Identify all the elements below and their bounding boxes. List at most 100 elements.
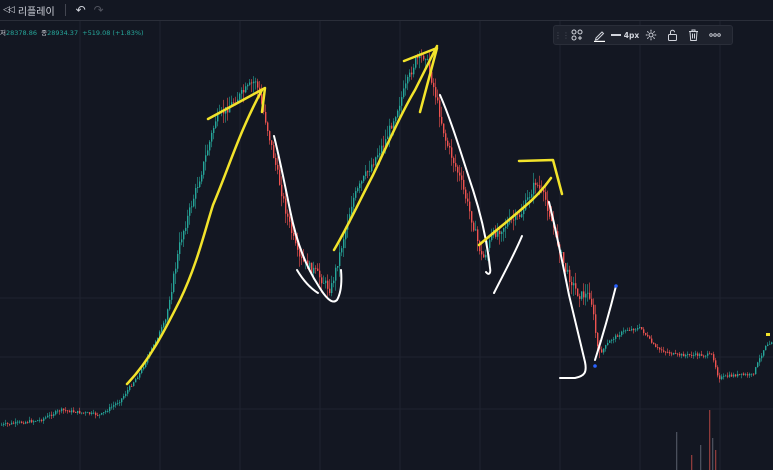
candle-body — [621, 331, 623, 336]
candle-body — [195, 188, 197, 199]
candle-body — [589, 292, 591, 299]
drawing-toolbar: ⋮⋮ 4px — [553, 25, 733, 45]
candle-body — [445, 133, 447, 141]
candle-body — [563, 252, 565, 263]
volume-bar — [700, 445, 702, 470]
candlesticks — [1, 49, 773, 427]
candle-body — [619, 335, 621, 337]
candle-body — [129, 386, 131, 391]
delete-button[interactable] — [682, 26, 704, 44]
candle-body — [243, 90, 245, 93]
candle-body — [353, 197, 355, 207]
candle-body — [707, 353, 709, 356]
candle-body — [521, 214, 523, 218]
more-button[interactable] — [704, 26, 726, 44]
candle-body — [545, 192, 547, 200]
candle-body — [761, 355, 763, 359]
redo-button[interactable]: ↷ — [90, 0, 108, 20]
candle-body — [5, 423, 7, 424]
anchor-point-top — [614, 284, 618, 288]
drawings[interactable] — [125, 44, 618, 386]
candle-body — [623, 330, 625, 332]
replay-button[interactable]: ◁◁ 리플레이 — [0, 0, 59, 20]
candle-body — [61, 408, 63, 412]
candle-body — [273, 145, 275, 159]
candle-body — [453, 157, 455, 164]
candle-body — [315, 267, 317, 269]
candle-body — [519, 214, 521, 217]
candle-body — [169, 299, 171, 310]
candle-body — [649, 336, 651, 339]
pen-color-button[interactable] — [588, 26, 610, 44]
candle-body — [575, 283, 577, 289]
line-width-label: 4px — [623, 30, 640, 40]
candle-body — [393, 121, 395, 129]
candle-body — [389, 125, 391, 137]
candle-body — [473, 222, 475, 231]
candle-body — [539, 185, 541, 189]
candle-body — [49, 414, 51, 416]
candle-body — [447, 140, 449, 146]
candle-body — [239, 93, 241, 100]
candle-body — [613, 338, 615, 340]
candle-body — [119, 402, 121, 404]
candle-body — [609, 340, 611, 343]
candle-body — [751, 373, 753, 375]
candle-body — [725, 375, 727, 377]
line-width-button[interactable]: 4px — [610, 26, 640, 44]
candle-body — [731, 374, 733, 377]
candle-body — [437, 97, 439, 101]
candle-body — [569, 269, 571, 282]
candle-body — [233, 102, 235, 104]
candle-body — [465, 189, 467, 199]
candle-body — [433, 82, 435, 88]
undo-button[interactable]: ↶ — [72, 0, 90, 20]
candle-body — [313, 267, 315, 274]
volume-bar — [715, 450, 717, 470]
candle-body — [603, 348, 605, 353]
candle-body — [205, 155, 207, 162]
candle-body — [549, 210, 551, 217]
group-button[interactable] — [566, 26, 588, 44]
candle-body — [669, 352, 671, 354]
candle-body — [335, 267, 337, 281]
candle-body — [117, 403, 119, 404]
candle-body — [293, 233, 295, 236]
candle-body — [43, 418, 45, 421]
candle-body — [57, 410, 59, 412]
candle-body — [647, 334, 649, 337]
candle-body — [81, 412, 83, 414]
candle-body — [257, 81, 259, 88]
candle-body — [717, 367, 719, 376]
candle-body — [697, 353, 699, 356]
candle-body — [167, 309, 169, 320]
grip-icon[interactable]: ⋮⋮ — [554, 31, 570, 40]
candle-body — [283, 196, 285, 199]
volume-bar — [691, 455, 693, 470]
candle-body — [203, 161, 205, 175]
candle-body — [343, 239, 345, 249]
candle-body — [123, 396, 125, 399]
candle-body — [135, 379, 137, 383]
candle-body — [481, 251, 483, 255]
candle-body — [373, 164, 375, 166]
candle-body — [55, 411, 57, 415]
price-chart[interactable] — [0, 21, 773, 470]
candle-body — [611, 339, 613, 341]
candle-body — [121, 398, 123, 403]
candle-body — [565, 263, 567, 272]
settings-button[interactable] — [640, 26, 662, 44]
candle-body — [79, 410, 81, 414]
lock-button[interactable] — [662, 26, 682, 44]
candle-body — [253, 81, 255, 84]
candle-body — [483, 254, 485, 258]
candle-body — [409, 72, 411, 77]
candle-body — [687, 354, 689, 355]
candle-body — [215, 121, 217, 128]
candle-body — [627, 330, 629, 331]
candle-body — [677, 353, 679, 355]
candle-body — [653, 342, 655, 345]
candle-body — [69, 410, 71, 413]
candle-body — [93, 412, 95, 414]
candle-body — [165, 319, 167, 323]
